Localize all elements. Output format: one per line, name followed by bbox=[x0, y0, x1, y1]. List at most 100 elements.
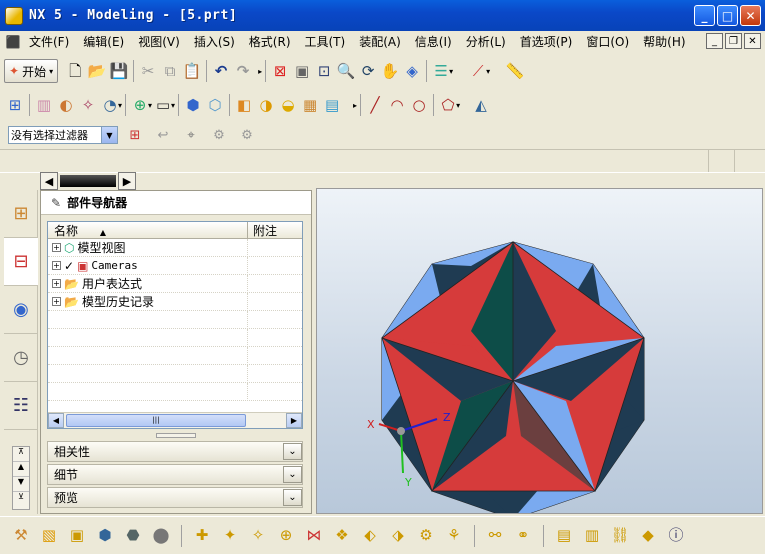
reposition-icon[interactable]: ⬤ bbox=[150, 525, 172, 547]
zoom-window-icon[interactable]: ▣ bbox=[291, 60, 313, 82]
shell-icon[interactable]: ◒ bbox=[277, 94, 299, 116]
add-component-icon[interactable]: ▣ bbox=[66, 525, 88, 547]
document-icon[interactable]: ⬛ bbox=[4, 33, 22, 51]
menu-view[interactable]: 视图(V) bbox=[131, 32, 187, 52]
scroll-up-icon[interactable]: ▲ bbox=[13, 462, 29, 477]
chevron-right-icon[interactable]: ▶ bbox=[118, 172, 136, 190]
cut-icon[interactable]: ✂ bbox=[137, 60, 159, 82]
menu-insert[interactable]: 插入(S) bbox=[187, 32, 242, 52]
menu-information[interactable]: 信息(I) bbox=[408, 32, 459, 52]
chevron-down-icon[interactable]: ▼ bbox=[101, 127, 117, 143]
trim-body-icon[interactable]: ▦ bbox=[299, 94, 321, 116]
offset-face-icon[interactable]: ▤ bbox=[321, 94, 343, 116]
scroll-left-icon[interactable]: ◀ bbox=[48, 413, 64, 428]
constraint-icon[interactable]: ⬣ bbox=[122, 525, 144, 547]
cylinder-icon[interactable]: ⬡ bbox=[204, 94, 226, 116]
tree-row-user-expressions[interactable]: + 📂 用户表达式 bbox=[48, 274, 302, 293]
mate-icon[interactable]: ⊕ bbox=[275, 525, 297, 547]
link-icon[interactable]: ⚭ bbox=[512, 525, 534, 547]
doc-minimize-button[interactable]: _ bbox=[706, 33, 723, 49]
chevron-down-icon[interactable]: ⌄ bbox=[283, 443, 302, 460]
chevron-down-icon[interactable]: ⌄ bbox=[283, 489, 302, 506]
tree-row-model-history[interactable]: + 📂 模型历史记录 bbox=[48, 292, 302, 311]
undo-icon[interactable]: ↶ bbox=[210, 60, 232, 82]
selection-scope-icon[interactable]: ⊞ bbox=[124, 124, 146, 146]
sketch-icon[interactable]: ⊞ bbox=[4, 94, 26, 116]
nx-app-icon[interactable] bbox=[5, 6, 23, 25]
dependencies-panel[interactable]: 相关性 ⌄ bbox=[47, 441, 303, 462]
menu-preferences[interactable]: 首选项(P) bbox=[513, 32, 580, 52]
array-icon[interactable]: ❖ bbox=[331, 525, 353, 547]
open-folder-icon[interactable]: 📂 bbox=[86, 60, 108, 82]
mirror-icon[interactable]: ⋈ bbox=[303, 525, 325, 547]
weight-icon[interactable]: ▥ bbox=[581, 525, 603, 547]
tree-horizontal-scrollbar[interactable]: ◀ ||| ▶ bbox=[48, 412, 302, 428]
explode-icon[interactable]: ⚙ bbox=[415, 525, 437, 547]
expand-icon[interactable]: + bbox=[52, 279, 61, 288]
surface-tools-icon[interactable]: ◭ bbox=[470, 94, 492, 116]
chain-icon[interactable]: ⛓ bbox=[609, 525, 631, 547]
checkmark-icon[interactable]: ✓ bbox=[64, 259, 74, 273]
menu-file[interactable]: 文件(F) bbox=[22, 32, 76, 52]
pin-icon[interactable]: ✎ bbox=[51, 196, 61, 210]
sweep-icon[interactable]: ✧ bbox=[77, 94, 99, 116]
pan-icon[interactable]: ✋ bbox=[379, 60, 401, 82]
solid-model[interactable]: X Z Y bbox=[317, 189, 763, 514]
column-note-header[interactable]: 附注 bbox=[248, 222, 302, 238]
preview-panel[interactable]: 预览 ⌄ bbox=[47, 487, 303, 508]
start-button[interactable]: ✦ 开始 ▾ bbox=[4, 59, 59, 83]
sequence-icon[interactable]: ⚘ bbox=[443, 525, 465, 547]
deselect-icon[interactable]: ↩ bbox=[152, 124, 174, 146]
doc-close-button[interactable]: ✕ bbox=[744, 33, 761, 49]
expand-icon[interactable]: + bbox=[52, 261, 61, 270]
revolve-icon[interactable]: ◐ bbox=[55, 94, 77, 116]
resource-bar-scroll[interactable]: ⊼ ▲ ▼ ⊻ bbox=[12, 446, 30, 510]
menu-help[interactable]: 帮助(H) bbox=[636, 32, 692, 52]
rotate-icon[interactable]: ⟳ bbox=[357, 60, 379, 82]
arc-icon[interactable]: ◠ bbox=[386, 94, 408, 116]
chevron-left-icon[interactable]: ◀ bbox=[40, 172, 58, 190]
assembly-navigator-icon[interactable]: ⚒ bbox=[10, 525, 32, 547]
menu-window[interactable]: 窗口(O) bbox=[579, 32, 636, 52]
create-new-icon[interactable]: ✦ bbox=[219, 525, 241, 547]
add-existing-icon[interactable]: ✚ bbox=[191, 525, 213, 547]
menu-analysis[interactable]: 分析(L) bbox=[459, 32, 513, 52]
new-file-icon[interactable]: 🗋 bbox=[64, 60, 86, 82]
details-panel[interactable]: 细节 ⌄ bbox=[47, 464, 303, 485]
circle-icon[interactable]: ○ bbox=[408, 94, 430, 116]
fit-view-icon[interactable]: ⊠ bbox=[269, 60, 291, 82]
scroll-bottom-icon[interactable]: ⊻ bbox=[13, 492, 29, 507]
history-tab[interactable]: ◷ bbox=[4, 334, 38, 382]
component-icon[interactable]: ▧ bbox=[38, 525, 60, 547]
chevron-down-icon[interactable]: ⌄ bbox=[283, 466, 302, 483]
zoom-area-icon[interactable]: ⊡ bbox=[313, 60, 335, 82]
close-button[interactable]: ✕ bbox=[740, 5, 761, 26]
save-icon[interactable]: 💾 bbox=[108, 60, 130, 82]
redo-icon[interactable]: ↷ bbox=[232, 60, 254, 82]
measure-icon[interactable]: 📏 bbox=[504, 60, 526, 82]
snap-point-icon[interactable]: ⚙ bbox=[208, 124, 230, 146]
clone-icon[interactable]: ⚯ bbox=[484, 525, 506, 547]
tree-row-cameras[interactable]: + ✓ ▣ Cameras bbox=[48, 256, 302, 275]
tree-row-model-views[interactable]: + ⬡ 模型视图 bbox=[48, 238, 302, 257]
new-parent-icon[interactable]: ✧ bbox=[247, 525, 269, 547]
move-icon[interactable]: ⬗ bbox=[387, 525, 409, 547]
panel-splitter[interactable] bbox=[156, 433, 196, 438]
roles-tab[interactable]: ☷ bbox=[4, 382, 38, 430]
zoom-icon[interactable]: 🔍 bbox=[335, 60, 357, 82]
substitute-icon[interactable]: ⬖ bbox=[359, 525, 381, 547]
type-filter-dropdown[interactable]: 没有选择过滤器 ▼ bbox=[8, 126, 118, 144]
block-icon[interactable]: ⬢ bbox=[182, 94, 204, 116]
wave-icon[interactable]: ⬢ bbox=[94, 525, 116, 547]
warning-icon[interactable]: ◆ bbox=[637, 525, 659, 547]
web-browser-tab[interactable]: ◉ bbox=[4, 286, 38, 334]
chamfer-icon[interactable]: ◑ bbox=[255, 94, 277, 116]
copy-icon[interactable]: ⧉ bbox=[159, 60, 181, 82]
column-name-header[interactable]: 名称 ▲ bbox=[48, 222, 248, 238]
scroll-down-icon[interactable]: ▼ bbox=[13, 477, 29, 492]
quick-pick-icon[interactable]: ⌖ bbox=[180, 124, 202, 146]
expand-icon[interactable]: + bbox=[52, 297, 61, 306]
scroll-top-icon[interactable]: ⊼ bbox=[13, 447, 29, 462]
scroll-right-icon[interactable]: ▶ bbox=[286, 413, 302, 428]
check-clearance-icon[interactable]: ▤ bbox=[553, 525, 575, 547]
